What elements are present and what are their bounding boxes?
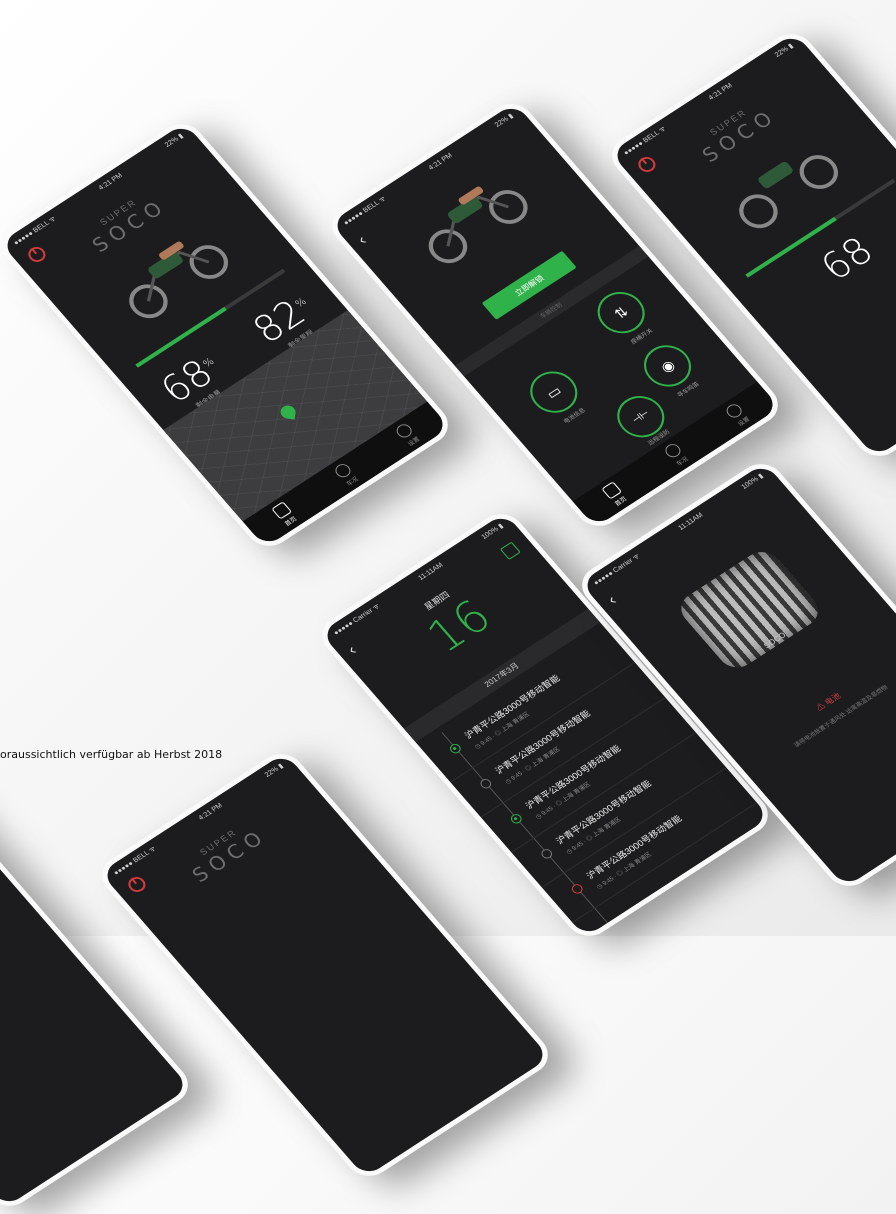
clock-label: 4:21 PM — [707, 81, 734, 102]
timeline-dot — [447, 742, 463, 756]
warning-text: 请将电池放置于通风处 远离高温及易燃物 — [793, 684, 890, 750]
clock-label: 11:11AM — [417, 561, 445, 582]
carrier-label: ●●●●● Carrier ᯤ — [592, 552, 642, 587]
timeline-dot — [569, 882, 585, 896]
battery-status: 22% ▮ — [163, 132, 185, 149]
clock-label: 4:21 PM — [197, 801, 224, 822]
back-chevron-icon[interactable]: ‹ — [605, 592, 621, 609]
stat-battery: 68 — [812, 229, 882, 289]
timeline-dot — [508, 812, 524, 826]
stat-battery-value: 68 — [812, 228, 882, 289]
plug-icon: ⊣⊢ — [629, 407, 652, 426]
tab-settings[interactable]: 设置 — [393, 421, 422, 448]
tab-settings[interactable]: 设置 — [723, 401, 752, 428]
tab-home[interactable]: 首页 — [270, 501, 299, 528]
tab-status[interactable]: 车况 — [662, 441, 690, 468]
clock-label: 4:21 PM — [427, 151, 454, 172]
tab-home[interactable]: 首页 — [600, 481, 629, 508]
clock-label: 11:11AM — [677, 511, 705, 532]
clock-label: 4:21 PM — [97, 171, 124, 192]
availability-caption: oraussichtlich verfügbar ab Herbst 2018 — [0, 748, 223, 761]
battery-status: 22% ▮ — [493, 112, 515, 129]
carrier-label: ●●●●● BELL ᯤ — [12, 214, 58, 247]
carrier-label: ●●●●● BELL ᯤ — [112, 844, 158, 877]
battery-status: 22% ▮ — [263, 762, 285, 779]
carrier-label: ●●●●● BELL ᯤ — [342, 194, 388, 227]
battery-status: 100% ▮ — [740, 472, 765, 491]
back-chevron-icon[interactable]: ‹ — [355, 232, 371, 249]
timeline-dot — [478, 777, 494, 791]
battery-status: 22% ▮ — [773, 42, 795, 59]
battery-status: 100% ▮ — [480, 522, 505, 541]
eye-icon: ◉ — [656, 356, 678, 375]
seat-icon: ⇅ — [610, 302, 632, 322]
timeline-dot — [539, 847, 555, 861]
location-pin-icon[interactable] — [279, 404, 297, 420]
tab-status[interactable]: 车况 — [332, 461, 360, 488]
carrier-label: ●●●●● BELL ᯤ — [622, 124, 668, 157]
battery-icon: ▭ — [542, 382, 565, 402]
